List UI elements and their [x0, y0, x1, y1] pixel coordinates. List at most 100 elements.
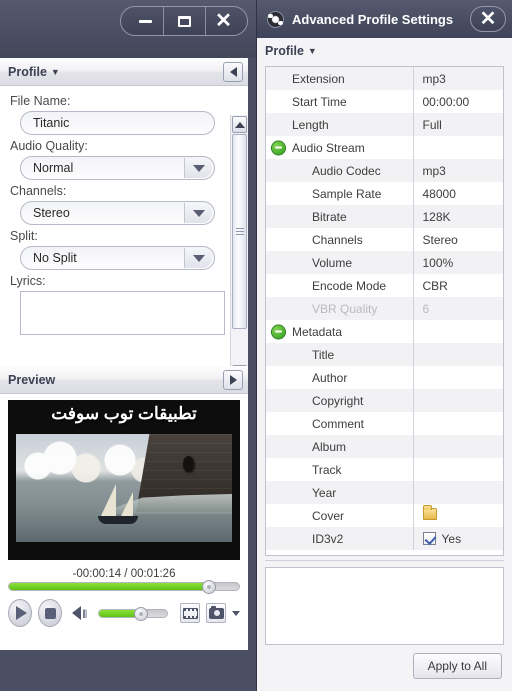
property-value[interactable] — [413, 389, 503, 412]
snapshot-options-dropdown[interactable] — [231, 610, 240, 616]
profile-section-header[interactable]: Profile ▼ — [0, 58, 248, 86]
property-key: Metadata — [266, 320, 414, 343]
channels-select[interactable]: Stereo — [20, 201, 215, 225]
property-value[interactable]: 128K — [413, 205, 503, 228]
seek-bar[interactable] — [8, 580, 240, 594]
application-window: ✕ Profile ▼ File Name: Titanic Audio Qua… — [0, 0, 512, 691]
property-value[interactable]: Full — [413, 113, 503, 136]
audio-quality-label: Audio Quality: — [10, 139, 88, 153]
collapse-group-icon[interactable] — [272, 325, 285, 338]
split-dropdown-icon[interactable] — [184, 248, 212, 268]
player-controls: ||| — [0, 591, 248, 637]
table-row[interactable]: Audio Stream — [266, 136, 503, 159]
maximize-button[interactable] — [163, 7, 205, 35]
property-value[interactable] — [413, 136, 503, 159]
video-preview[interactable]: تطبيقات توب سوفت — [8, 400, 240, 560]
property-value[interactable] — [413, 481, 503, 504]
table-row[interactable]: Copyright — [266, 389, 503, 412]
table-row[interactable]: Encode Mode CBR — [266, 274, 503, 297]
property-key: Length — [266, 113, 414, 136]
table-row[interactable]: Year — [266, 481, 503, 504]
table-row[interactable]: Start Time 00:00:00 — [266, 90, 503, 113]
folder-icon[interactable] — [422, 505, 437, 520]
table-row[interactable]: Extension mp3 — [266, 67, 503, 90]
scrollbar-track[interactable] — [231, 134, 248, 364]
property-value[interactable] — [413, 412, 503, 435]
table-row[interactable]: Volume 100% — [266, 251, 503, 274]
property-value[interactable] — [413, 435, 503, 458]
property-value[interactable]: 48000 — [413, 182, 503, 205]
property-value[interactable]: Stereo — [413, 228, 503, 251]
audio-quality-dropdown-icon[interactable] — [184, 158, 212, 178]
close-button[interactable]: ✕ — [470, 6, 506, 32]
channels-dropdown-icon[interactable] — [184, 203, 212, 223]
table-row[interactable]: Album — [266, 435, 503, 458]
table-row[interactable]: Channels Stereo — [266, 228, 503, 251]
split-select[interactable]: No Split — [20, 246, 215, 270]
scroll-up-button[interactable] — [232, 116, 247, 133]
main-converter-window: ✕ Profile ▼ File Name: Titanic Audio Qua… — [0, 0, 256, 691]
play-button[interactable] — [8, 599, 33, 627]
audio-quality-select[interactable]: Normal — [20, 156, 215, 180]
collapse-group-icon[interactable] — [272, 141, 285, 154]
volume-handle[interactable] — [134, 606, 149, 621]
table-row[interactable]: Bitrate 128K — [266, 205, 503, 228]
file-name-input[interactable]: Titanic — [20, 111, 215, 135]
preview-section-header[interactable]: Preview — [0, 366, 248, 394]
profile-scrollbar[interactable] — [230, 115, 248, 366]
properties-table-container[interactable]: Extension mp3 Start Time 00:00:00 Length Full… — [265, 66, 504, 556]
film-snapshot-button[interactable] — [180, 603, 201, 623]
table-row[interactable]: Title — [266, 343, 503, 366]
property-key: VBR Quality — [266, 297, 414, 320]
chevron-up-icon — [234, 121, 245, 128]
table-row[interactable]: Sample Rate 48000 — [266, 182, 503, 205]
property-value[interactable]: 00:00:00 — [413, 90, 503, 113]
property-value[interactable] — [413, 504, 503, 527]
table-row[interactable]: Length Full — [266, 113, 503, 136]
table-row[interactable]: Comment — [266, 412, 503, 435]
table-row[interactable]: Track — [266, 458, 503, 481]
table-row[interactable]: Cover — [266, 504, 503, 527]
scrollbar-thumb[interactable] — [232, 134, 247, 329]
volume-slider[interactable] — [98, 606, 169, 621]
camera-icon — [208, 605, 224, 619]
table-row[interactable]: ID3v2 Yes — [266, 527, 503, 550]
lyrics-textarea[interactable] — [20, 291, 225, 335]
scroll-down-button[interactable] — [232, 365, 247, 366]
dialog-title: Advanced Profile Settings — [292, 11, 454, 27]
maximize-icon — [178, 15, 191, 27]
property-value[interactable]: mp3 — [413, 159, 503, 182]
apply-to-all-button[interactable]: Apply to All — [412, 653, 502, 679]
chevron-down-icon: ▼ — [307, 46, 317, 56]
property-key: Track — [266, 458, 414, 481]
camera-snapshot-button[interactable] — [206, 603, 226, 623]
property-value[interactable] — [413, 458, 503, 481]
play-icon — [16, 606, 28, 620]
property-key: Title — [266, 343, 414, 366]
property-value[interactable]: CBR — [413, 274, 503, 297]
stop-button[interactable] — [38, 599, 63, 627]
profile-dropdown[interactable]: Profile ▼ — [257, 38, 512, 64]
property-value[interactable]: 6 — [413, 297, 503, 320]
window-controls: ✕ — [120, 6, 248, 36]
table-row[interactable]: Author — [266, 366, 503, 389]
property-value[interactable]: mp3 — [413, 67, 503, 90]
id3v2-checkbox[interactable] — [422, 532, 436, 546]
property-key: Audio Stream — [266, 136, 414, 159]
close-button[interactable]: ✕ — [205, 7, 247, 35]
table-row[interactable]: VBR Quality 6 — [266, 297, 503, 320]
minimize-button[interactable] — [121, 7, 163, 35]
seek-handle[interactable] — [202, 580, 217, 594]
property-value[interactable] — [413, 320, 503, 343]
minimize-icon — [138, 19, 152, 23]
collapse-panel-button[interactable] — [223, 61, 243, 82]
property-value[interactable] — [413, 343, 503, 366]
property-key: Audio Codec — [266, 159, 414, 182]
mute-button[interactable]: ||| — [72, 606, 87, 620]
property-value[interactable]: Yes — [413, 527, 503, 550]
table-row[interactable]: Metadata — [266, 320, 503, 343]
table-row[interactable]: Audio Codec mp3 — [266, 159, 503, 182]
property-value[interactable] — [413, 366, 503, 389]
expand-preview-button[interactable] — [223, 369, 243, 390]
property-value[interactable]: 100% — [413, 251, 503, 274]
